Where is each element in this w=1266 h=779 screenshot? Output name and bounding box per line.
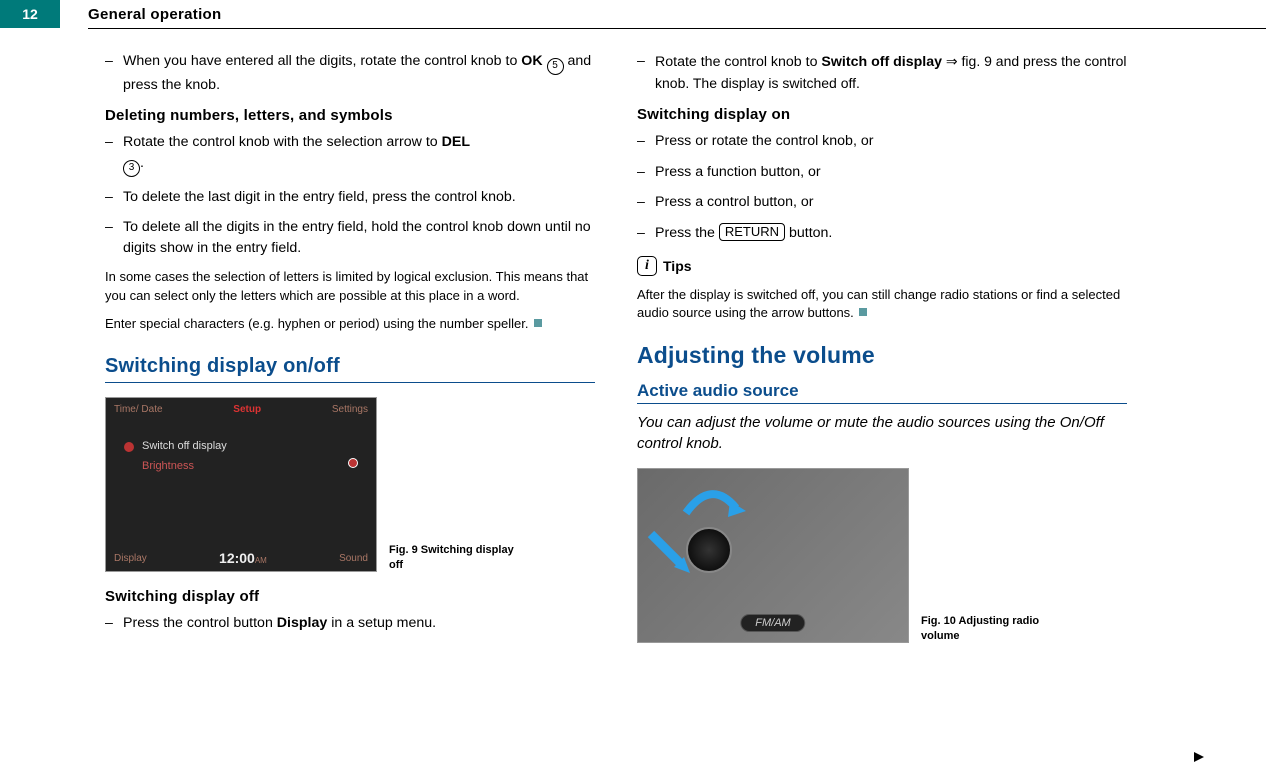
return-button-graphic: RETURN: [719, 223, 785, 241]
subheading-switching-on: Switching display on: [637, 106, 1127, 123]
heading-rule: [637, 403, 1127, 404]
figure-10-caption: Fig. 10 Adjusting radio volume: [921, 614, 1061, 643]
bullet-text: To delete the last digit in the entry fi…: [123, 187, 595, 208]
heading-adjusting-volume: Adjusting the volume: [637, 342, 1127, 369]
callout-5-icon: 5: [547, 58, 564, 75]
bullet-text: Press the RETURN button.: [655, 223, 1127, 244]
heading-switching-display: Switching display on/off: [105, 355, 595, 378]
tips-heading: i Tips: [637, 256, 1127, 276]
bullet-item: – Press a control button, or: [637, 192, 1127, 213]
press-arrow-icon: [646, 529, 696, 579]
info-icon: i: [637, 256, 657, 276]
subheading-switching-off: Switching display off: [105, 588, 595, 605]
rotate-arrow-icon: [676, 483, 746, 523]
figure-10: FM/AM Fig. 10 Adjusting radio volume: [637, 468, 1127, 643]
dash-icon: –: [637, 223, 655, 244]
dash-icon: –: [637, 192, 655, 213]
fig9-knob-icon: [348, 458, 358, 468]
fig9-footer-sound: Sound: [339, 553, 368, 564]
fig9-footer-display: Display: [114, 553, 147, 564]
figure-9-image: Time/ Date Setup Settings Switch off dis…: [105, 397, 377, 572]
bullet-item: – Press the control button Display in a …: [105, 613, 595, 634]
dash-icon: –: [105, 217, 123, 258]
callout-3-icon: 3: [123, 160, 140, 177]
dash-icon: –: [105, 187, 123, 208]
figure-9-caption: Fig. 9 Switching display off: [389, 543, 529, 572]
bullet-text: When you have entered all the digits, ro…: [123, 51, 595, 95]
fig9-item-switch-off: Switch off display: [142, 440, 227, 452]
bullet-item: – To delete all the digits in the entry …: [105, 217, 595, 258]
dash-icon: –: [105, 51, 123, 95]
fig9-selector-dot-icon: [124, 442, 134, 452]
section-end-icon: [859, 308, 867, 316]
dash-icon: –: [637, 162, 655, 183]
subheading-deleting: Deleting numbers, letters, and symbols: [105, 107, 595, 124]
dash-icon: –: [105, 132, 123, 176]
bullet-text: Rotate the control knob with the selecti…: [123, 132, 595, 176]
bullet-item: – Rotate the control knob with the selec…: [105, 132, 595, 176]
next-page-arrow-icon: [1192, 750, 1206, 767]
lead-text: You can adjust the volume or mute the au…: [637, 412, 1127, 454]
bullet-text: Press a control button, or: [655, 192, 1127, 213]
fig9-clock: 12:00: [219, 550, 255, 566]
bullet-text: Rotate the control knob to Switch off di…: [655, 51, 1127, 94]
bullet-item: – To delete the last digit in the entry …: [105, 187, 595, 208]
bullet-text: Press or rotate the control knob, or: [655, 131, 1127, 152]
tips-text: After the display is switched off, you c…: [637, 286, 1127, 322]
fig9-clock-ampm: AM: [255, 556, 267, 565]
fig9-tab-setup: Setup: [233, 404, 261, 415]
fig9-tab-timedate: Time/ Date: [114, 404, 163, 415]
heading-rule: [105, 382, 595, 383]
fig9-item-brightness: Brightness: [142, 460, 194, 472]
heading-active-audio-source: Active audio source: [637, 381, 1127, 401]
page-number: 12: [0, 0, 60, 28]
dash-icon: –: [637, 51, 655, 94]
bullet-item: – Rotate the control knob to Switch off …: [637, 51, 1127, 94]
chapter-title: General operation: [88, 6, 221, 23]
tips-label: Tips: [663, 258, 692, 274]
dash-icon: –: [637, 131, 655, 152]
bullet-text: To delete all the digits in the entry fi…: [123, 217, 595, 258]
page-header: 12 General operation: [0, 0, 1266, 28]
figure-9: Time/ Date Setup Settings Switch off dis…: [105, 397, 595, 572]
right-column: – Rotate the control knob to Switch off …: [637, 51, 1127, 659]
figure-10-image: FM/AM: [637, 468, 909, 643]
fig9-tab-settings: Settings: [332, 404, 368, 415]
bullet-text: Press the control button Display in a se…: [123, 613, 595, 634]
bullet-item: – Press the RETURN button.: [637, 223, 1127, 244]
content-columns: – When you have entered all the digits, …: [0, 29, 1266, 659]
bullet-text: Press a function button, or: [655, 162, 1127, 183]
fmam-button-graphic: FM/AM: [740, 614, 805, 632]
bullet-item: – Press a function button, or: [637, 162, 1127, 183]
left-column: – When you have entered all the digits, …: [105, 51, 595, 659]
note-text: In some cases the selection of letters i…: [105, 268, 595, 304]
section-end-icon: [534, 319, 542, 327]
dash-icon: –: [105, 613, 123, 634]
bullet-item: – When you have entered all the digits, …: [105, 51, 595, 95]
bullet-item: – Press or rotate the control knob, or: [637, 131, 1127, 152]
note-text: Enter special characters (e.g. hyphen or…: [105, 315, 595, 333]
